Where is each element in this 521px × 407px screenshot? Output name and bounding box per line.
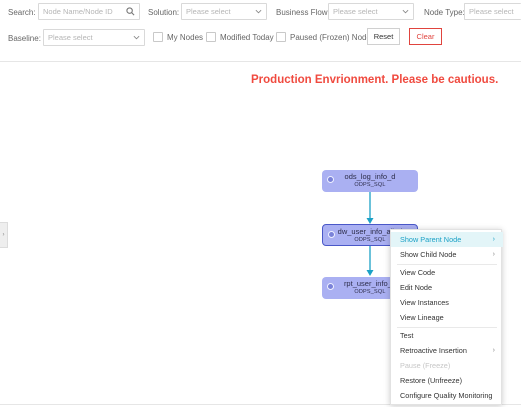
menu-item-show-child-node[interactable]: Show Child Node ›	[391, 247, 503, 262]
node-type: ODPS_SQL	[354, 182, 386, 188]
filter-bar: Search: Solution: Business Flow: Node Ty…	[0, 0, 521, 62]
menu-item-label: Pause (Freeze)	[400, 361, 451, 370]
clear-button[interactable]: Clear	[409, 28, 442, 45]
edge-dw-to-rpt	[366, 246, 374, 276]
menu-item-label: View Code	[400, 268, 436, 277]
menu-item-view-instances[interactable]: View Instances	[391, 295, 503, 310]
node-type-label: Node Type:	[424, 8, 465, 17]
collapse-panel-icon[interactable]: ›	[0, 222, 8, 248]
chevron-right-icon: ›	[492, 347, 495, 354]
node-type-select[interactable]	[464, 3, 521, 20]
chevron-down-icon	[255, 4, 262, 19]
search-input-wrapper[interactable]	[38, 3, 140, 20]
my-nodes-label: My Nodes	[167, 32, 204, 42]
checkbox-box[interactable]	[153, 32, 163, 42]
checkbox-box[interactable]	[206, 32, 216, 42]
menu-item-test[interactable]: Test	[391, 328, 503, 343]
baseline-label: Baseline:	[8, 34, 41, 43]
modified-today-checkbox[interactable]: Modified Today	[206, 32, 274, 42]
solution-select[interactable]	[181, 3, 267, 20]
business-flow-select[interactable]	[328, 3, 414, 20]
menu-item-show-parent-node[interactable]: Show Parent Node ›	[391, 232, 503, 247]
my-nodes-checkbox[interactable]: My Nodes	[153, 32, 203, 42]
solution-label: Solution:	[148, 8, 180, 17]
business-flow-label: Business Flow:	[276, 8, 330, 17]
business-flow-select-input[interactable]	[329, 4, 413, 19]
menu-item-pause-freeze: Pause (Freeze)	[391, 358, 503, 373]
menu-item-label: Configure Quality Monitoring	[400, 391, 493, 400]
menu-item-label: Show Parent Node	[400, 235, 462, 244]
menu-item-view-code[interactable]: View Code	[391, 265, 503, 280]
chevron-down-icon	[133, 30, 140, 45]
search-label: Search:	[8, 8, 36, 17]
search-input[interactable]	[39, 4, 139, 19]
solution-select-input[interactable]	[182, 4, 266, 19]
node-context-menu: Show Parent Node › Show Child Node › Vie…	[390, 229, 503, 405]
chevron-down-icon	[402, 4, 409, 19]
menu-item-label: View Instances	[400, 298, 449, 307]
environment-warning: Production Envrionment. Please be cautio…	[251, 74, 499, 86]
menu-item-label: View Lineage	[400, 313, 444, 322]
checkbox-box[interactable]	[276, 32, 286, 42]
menu-item-restore-unfreeze[interactable]: Restore (Unfreeze)	[391, 373, 503, 388]
menu-item-configure-quality-monitoring[interactable]: Configure Quality Monitoring	[391, 388, 503, 403]
search-icon[interactable]	[126, 4, 135, 19]
modified-today-label: Modified Today	[220, 32, 274, 42]
chevron-right-icon: ›	[492, 251, 495, 258]
edge-ods-to-dw	[366, 191, 374, 224]
paused-node-checkbox[interactable]: Paused (Frozen) Node	[276, 32, 371, 42]
menu-item-label: Show Child Node	[400, 250, 457, 259]
reset-button[interactable]: Reset	[367, 28, 400, 45]
node-name: ods_log_info_d	[344, 172, 396, 181]
chevron-right-icon: ›	[492, 236, 495, 243]
menu-item-label: Test	[400, 331, 414, 340]
menu-item-label: Retroactive Insertion	[400, 346, 467, 355]
dag-node[interactable]: ods_log_info_d ODPS_SQL	[322, 170, 418, 192]
node-type-select-input[interactable]	[465, 4, 521, 19]
baseline-select-input[interactable]	[44, 30, 144, 45]
paused-node-label: Paused (Frozen) Node	[290, 32, 371, 42]
menu-item-retroactive-insertion[interactable]: Retroactive Insertion ›	[391, 343, 503, 358]
menu-item-label: Edit Node	[400, 283, 433, 292]
baseline-select[interactable]	[43, 29, 145, 46]
menu-item-label: Restore (Unfreeze)	[400, 376, 463, 385]
menu-item-edit-node[interactable]: Edit Node	[391, 280, 503, 295]
menu-item-view-lineage[interactable]: View Lineage	[391, 310, 503, 325]
